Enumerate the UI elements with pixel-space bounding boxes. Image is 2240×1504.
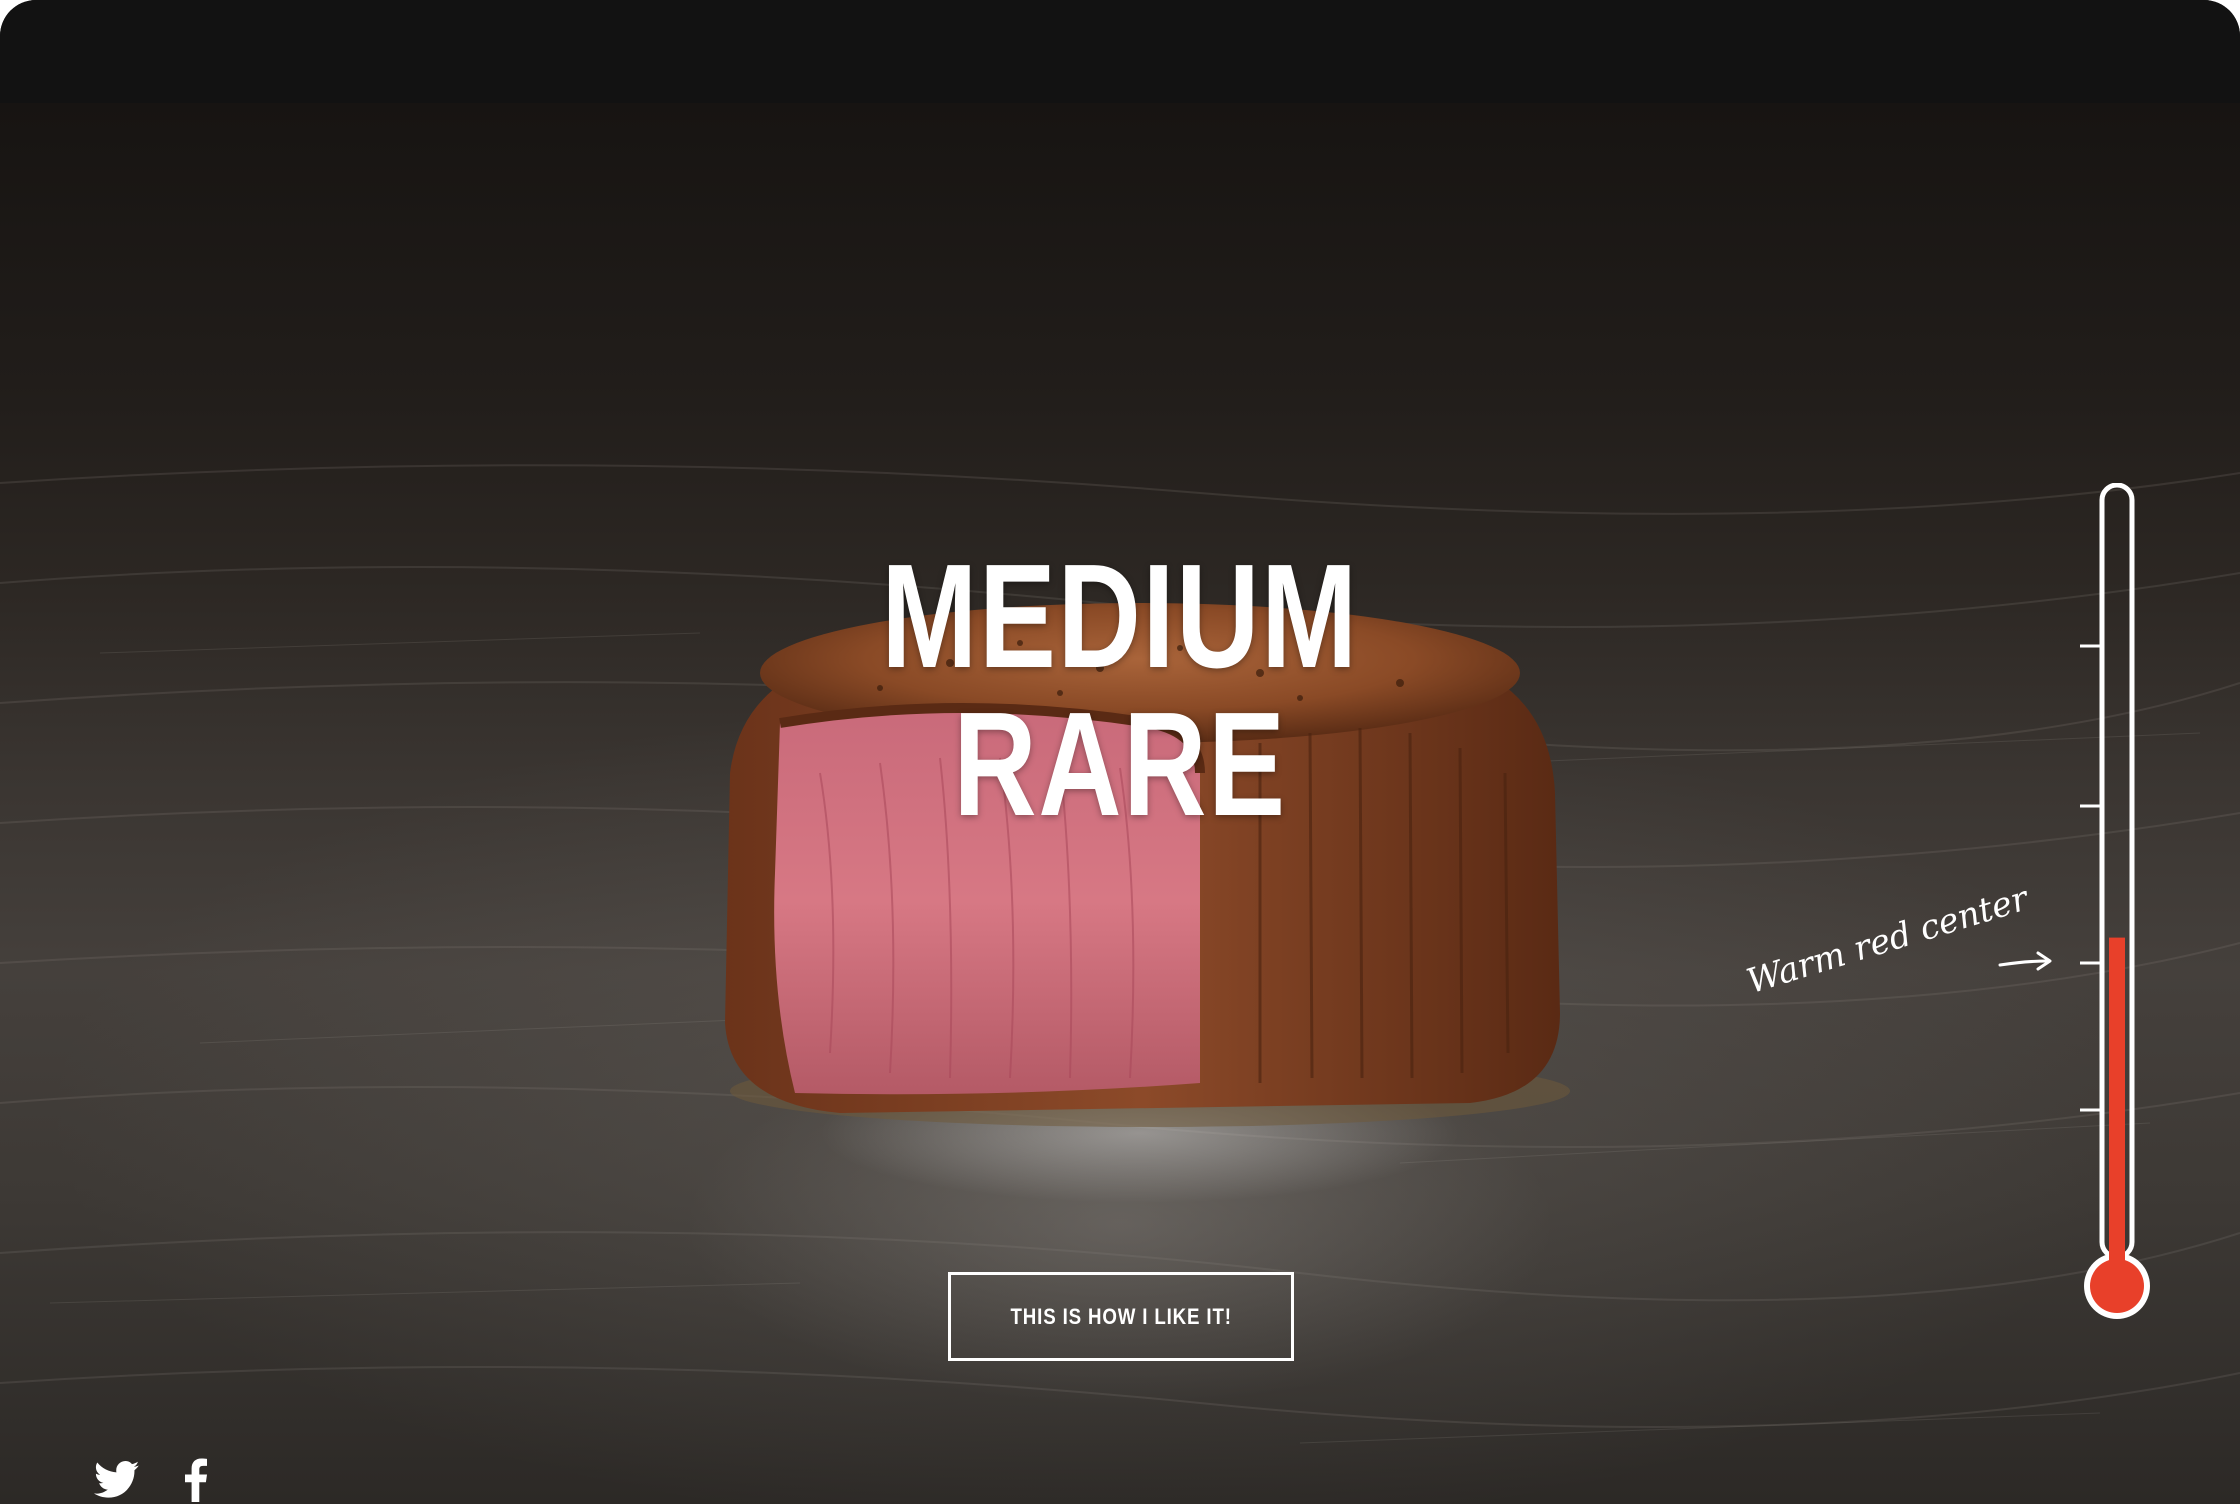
browser-window: MEDIUM RARE THIS IS HOW I LIKE IT! Warm … — [0, 0, 2240, 1504]
doneness-thermometer[interactable] — [2060, 483, 2170, 1323]
thermometer-fill — [2109, 937, 2125, 1273]
annotation-arrow-icon — [1998, 951, 2052, 971]
facebook-icon — [185, 1458, 207, 1502]
doneness-title: MEDIUM RARE — [881, 534, 1359, 847]
facebook-share-button[interactable] — [180, 1455, 212, 1504]
select-doneness-button[interactable]: THIS IS HOW I LIKE IT! — [948, 1272, 1294, 1361]
select-doneness-button-label: THIS IS HOW I LIKE IT! — [1010, 1303, 1232, 1329]
twitter-icon — [94, 1461, 140, 1498]
steak-hero-scene: MEDIUM RARE THIS IS HOW I LIKE IT! Warm … — [0, 103, 2240, 1504]
twitter-share-button[interactable] — [92, 1455, 142, 1504]
top-bar — [0, 0, 2240, 103]
